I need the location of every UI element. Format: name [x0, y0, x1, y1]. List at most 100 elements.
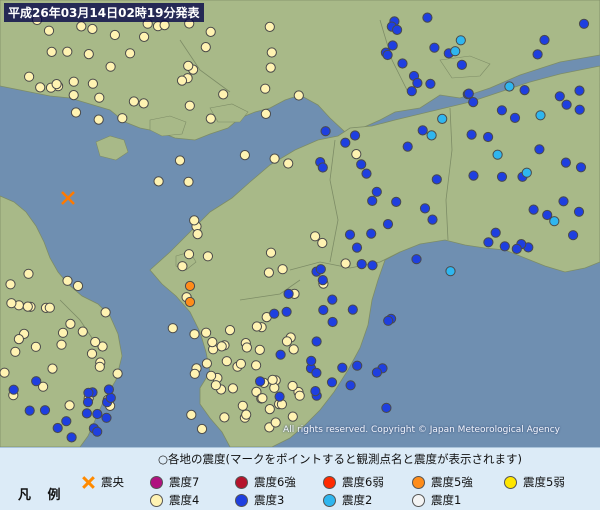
station-marker-intensity-3[interactable] [528, 204, 539, 215]
station-marker-intensity-2[interactable] [492, 149, 503, 160]
station-marker-intensity-3[interactable] [560, 157, 572, 168]
station-marker-intensity-3[interactable] [255, 376, 266, 387]
station-marker-intensity-4[interactable] [51, 79, 62, 90]
station-marker-intensity-4[interactable] [56, 339, 67, 350]
station-marker-intensity-3[interactable] [356, 259, 367, 270]
station-marker-intensity-4[interactable] [251, 321, 262, 332]
station-marker-intensity-4[interactable] [189, 368, 200, 379]
station-marker-intensity-4[interactable] [62, 275, 73, 286]
station-marker-intensity-3[interactable] [382, 219, 394, 230]
station-marker-intensity-4[interactable] [112, 368, 123, 379]
station-marker-intensity-3[interactable] [468, 97, 479, 108]
station-marker-intensity-4[interactable] [30, 341, 42, 352]
station-marker-intensity-4[interactable] [265, 62, 276, 73]
station-marker-intensity-4[interactable] [283, 158, 294, 169]
station-marker-intensity-4[interactable] [219, 412, 230, 423]
station-marker-intensity-2[interactable] [521, 167, 532, 178]
station-marker-intensity-3[interactable] [417, 125, 428, 136]
station-marker-intensity-3[interactable] [412, 77, 423, 89]
station-marker-intensity-3[interactable] [101, 412, 112, 423]
station-marker-intensity-4[interactable] [201, 327, 212, 338]
station-marker-intensity-3[interactable] [574, 85, 585, 96]
station-marker-intensity-3[interactable] [281, 306, 292, 317]
station-marker-intensity-4[interactable] [186, 409, 197, 420]
station-marker-intensity-4[interactable] [22, 301, 33, 312]
station-marker-intensity-4[interactable] [90, 336, 101, 348]
station-marker-intensity-3[interactable] [392, 24, 403, 35]
station-marker-intensity-3[interactable] [468, 170, 479, 181]
station-marker-intensity-3[interactable] [371, 367, 382, 378]
station-marker-intensity-4[interactable] [310, 231, 321, 242]
station-marker-intensity-3[interactable] [490, 227, 501, 238]
station-marker-intensity-3[interactable] [483, 237, 494, 248]
station-marker-intensity-2[interactable] [455, 35, 466, 46]
station-marker-intensity-4[interactable] [128, 96, 139, 107]
station-marker-intensity-4[interactable] [257, 393, 268, 404]
station-marker-intensity-4[interactable] [265, 247, 277, 258]
station-marker-intensity-4[interactable] [109, 29, 121, 41]
station-marker-intensity-3[interactable] [466, 129, 477, 140]
station-marker-intensity-4[interactable] [77, 326, 88, 337]
station-marker-intensity-3[interactable] [361, 168, 372, 179]
station-marker-intensity-3[interactable] [31, 376, 42, 387]
station-marker-intensity-4[interactable] [266, 47, 277, 58]
station-marker-intensity-4[interactable] [93, 114, 104, 125]
station-marker-intensity-3[interactable] [83, 387, 94, 398]
station-marker-intensity-3[interactable] [103, 384, 115, 395]
station-marker-intensity-3[interactable] [419, 203, 431, 214]
station-marker-intensity-3[interactable] [422, 12, 433, 23]
station-marker-intensity-4[interactable] [183, 176, 194, 187]
station-marker-intensity-3[interactable] [320, 126, 331, 137]
station-marker-intensity-4[interactable] [62, 46, 73, 57]
station-marker-intensity-4[interactable] [216, 341, 227, 352]
station-marker-intensity-4[interactable] [189, 215, 200, 226]
station-marker-intensity-3[interactable] [381, 402, 392, 413]
station-marker-intensity-3[interactable] [382, 49, 393, 61]
station-marker-intensity-4[interactable] [260, 83, 271, 94]
station-marker-intensity-4[interactable] [205, 113, 216, 124]
station-marker-intensity-4[interactable] [138, 98, 149, 109]
station-marker-intensity-3[interactable] [327, 316, 338, 328]
station-marker-intensity-3[interactable] [327, 294, 338, 305]
station-marker-intensity-3[interactable] [66, 432, 77, 443]
station-marker-intensity-4[interactable] [218, 89, 229, 100]
station-marker-intensity-4[interactable] [68, 90, 79, 101]
station-marker-intensity-3[interactable] [411, 254, 422, 265]
station-marker-intensity-2[interactable] [535, 110, 546, 121]
station-marker-intensity-4[interactable] [176, 75, 188, 86]
station-marker-intensity-3[interactable] [402, 141, 413, 152]
station-marker-intensity-3[interactable] [387, 40, 398, 51]
station-marker-intensity-4[interactable] [153, 176, 164, 187]
station-marker-intensity-3[interactable] [539, 34, 550, 46]
station-marker-intensity-3[interactable] [554, 91, 565, 102]
station-marker-intensity-3[interactable] [82, 397, 94, 408]
station-marker-intensity-3[interactable] [496, 105, 507, 116]
station-marker-intensity-3[interactable] [315, 264, 326, 275]
station-marker-intensity-4[interactable] [125, 48, 136, 59]
station-marker-intensity-3[interactable] [92, 408, 103, 420]
station-marker-intensity-2[interactable] [445, 266, 456, 277]
station-marker-intensity-4[interactable] [87, 23, 98, 35]
station-marker-intensity-4[interactable] [68, 76, 79, 87]
station-marker-intensity-3[interactable] [406, 86, 417, 97]
station-marker-intensity-2[interactable] [437, 113, 448, 125]
station-marker-intensity-5-weak[interactable] [184, 280, 196, 292]
station-marker-intensity-2[interactable] [504, 81, 515, 92]
station-marker-intensity-4[interactable] [183, 60, 194, 72]
station-marker-intensity-3[interactable] [366, 228, 377, 239]
station-marker-intensity-4[interactable] [184, 100, 195, 111]
station-marker-intensity-3[interactable] [499, 241, 510, 252]
station-marker-intensity-4[interactable] [189, 329, 200, 340]
station-marker-intensity-4[interactable] [23, 268, 34, 279]
station-marker-intensity-4[interactable] [35, 82, 46, 93]
station-marker-intensity-4[interactable] [269, 153, 280, 164]
station-marker-intensity-4[interactable] [65, 318, 76, 329]
station-marker-intensity-4[interactable] [317, 237, 328, 249]
station-marker-intensity-3[interactable] [351, 242, 363, 253]
station-marker-intensity-3[interactable] [345, 380, 356, 391]
station-marker-intensity-4[interactable] [46, 46, 57, 58]
station-marker-intensity-3[interactable] [52, 422, 63, 434]
station-marker-intensity-4[interactable] [76, 21, 87, 32]
station-marker-intensity-3[interactable] [275, 349, 286, 360]
station-marker-intensity-4[interactable] [221, 356, 232, 367]
